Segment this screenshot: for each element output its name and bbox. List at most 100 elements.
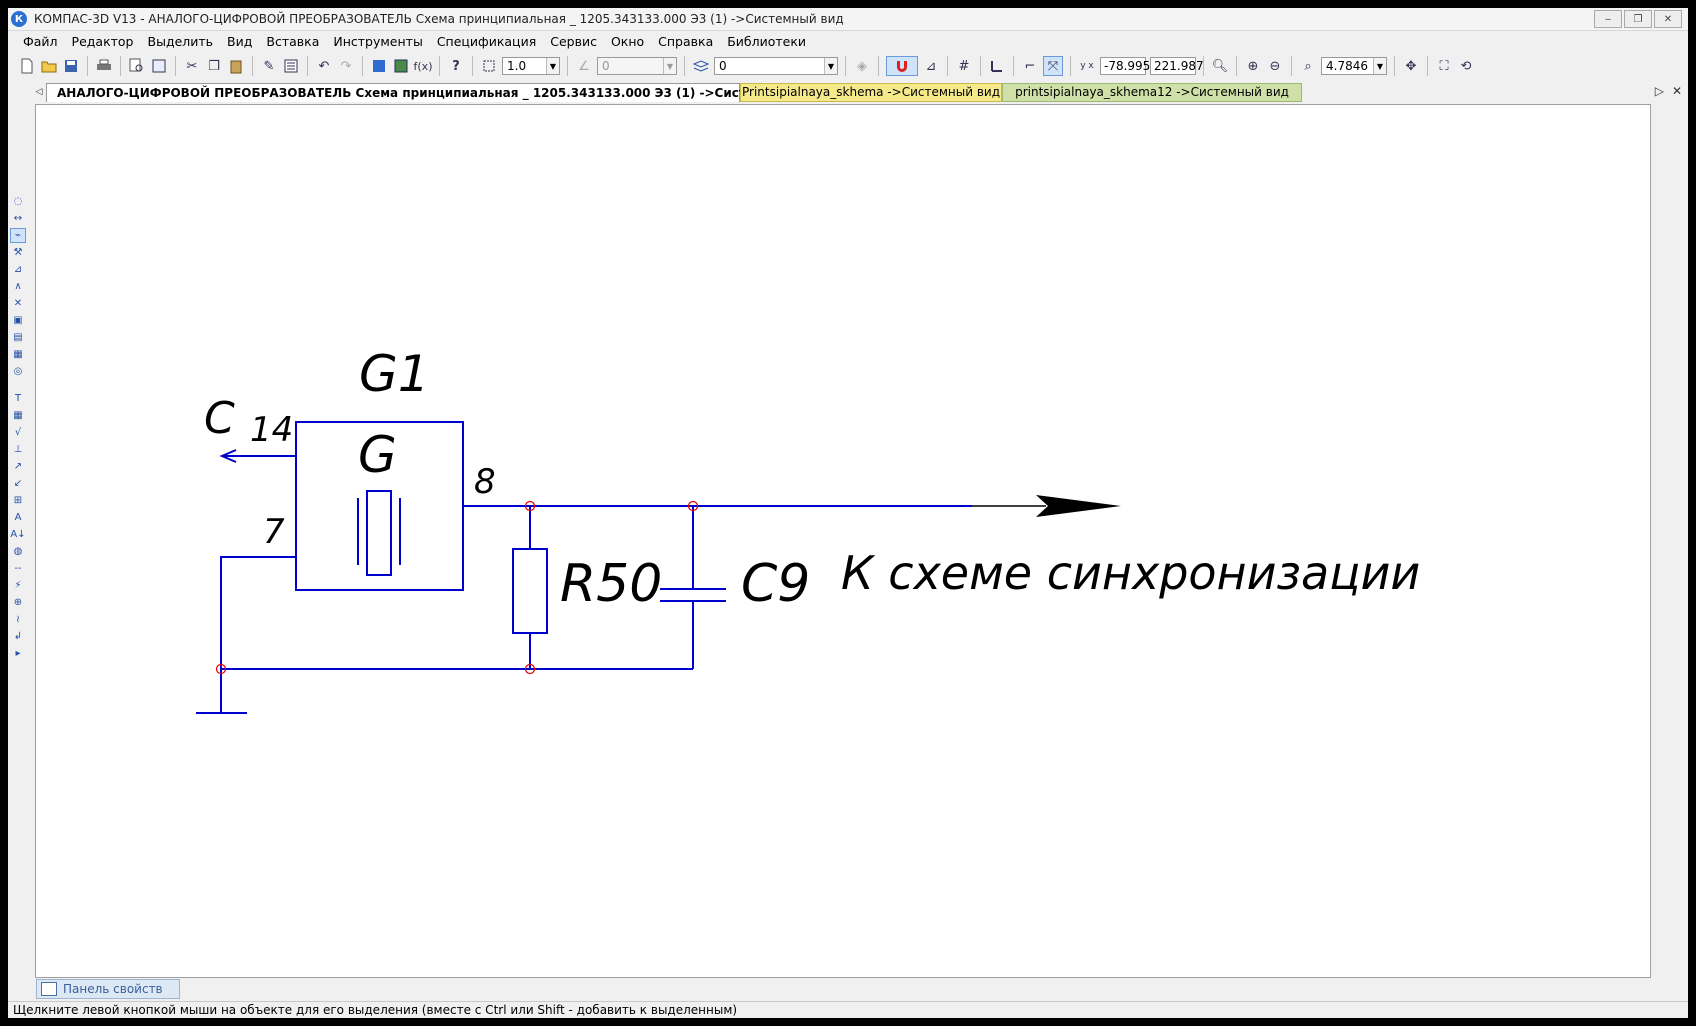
wave-icon[interactable]: ≀	[10, 612, 26, 627]
redo-icon[interactable]: ↷	[337, 57, 355, 75]
ortho-icon[interactable]: ⌐	[1021, 57, 1039, 75]
local-snap-icon[interactable]: ⊿	[922, 57, 940, 75]
layer-combo[interactable]: 0 ▼	[714, 57, 838, 75]
spec-icon[interactable]: ▤	[10, 330, 26, 345]
tree-icon[interactable]	[370, 57, 388, 75]
select-icon[interactable]: ✕	[10, 296, 26, 311]
tab-active-document[interactable]: АНАЛОГО-ЦИФРОВОЙ ПРЕОБРАЗОВАТЕЛЬ Схема п…	[46, 82, 821, 102]
line-cut-icon[interactable]: A	[10, 510, 26, 525]
leader-icon[interactable]: ↗	[10, 459, 26, 474]
flash-icon[interactable]: ⚡	[10, 578, 26, 593]
panel-expand-icon[interactable]: ▸	[10, 646, 26, 661]
tab-scroll-right-icon[interactable]: ▷	[1655, 84, 1664, 98]
center-icon[interactable]: ◍	[10, 544, 26, 559]
menu-libraries[interactable]: Библиотеки	[720, 34, 813, 49]
position-icon[interactable]: ↙	[10, 476, 26, 491]
zoom-scale-icon[interactable]: ⌕	[1299, 57, 1317, 75]
table-icon[interactable]: ▦	[10, 408, 26, 423]
angle-icon: ∠	[578, 58, 590, 74]
properties-icon[interactable]: ✎	[260, 57, 278, 75]
tab-printsipialnaya-skhema[interactable]: Printsipialnaya_skhema ->Системный вид	[740, 82, 1002, 102]
save-icon[interactable]	[62, 57, 80, 75]
preview-icon[interactable]	[128, 57, 146, 75]
zoom-out-icon[interactable]: ⊖	[1266, 57, 1284, 75]
parametrization-icon[interactable]: ⊿	[10, 262, 26, 277]
cut-icon[interactable]: ✂	[183, 57, 201, 75]
base-icon[interactable]: ⊥	[10, 442, 26, 457]
undo-icon[interactable]: ↶	[315, 57, 333, 75]
manager-icon[interactable]	[150, 57, 168, 75]
coord-y-field[interactable]: 221.987	[1150, 57, 1204, 75]
snap-magnet-icon[interactable]	[886, 56, 918, 76]
tolerance-icon[interactable]: ⊞	[10, 493, 26, 508]
properties-panel-tab[interactable]: Панель свойств	[36, 979, 180, 999]
tab-scroll-left-icon[interactable]: ◁	[32, 87, 46, 97]
round-icon[interactable]: ⤧	[1043, 56, 1063, 76]
chevron-down-icon[interactable]: ▼	[824, 58, 837, 74]
step-combo[interactable]: 1.0 ▼	[502, 57, 560, 75]
variables-icon[interactable]	[282, 57, 300, 75]
coord-x-field[interactable]: -78.995	[1100, 57, 1150, 75]
toolbar-divider	[175, 56, 176, 76]
menu-help[interactable]: Справка	[651, 34, 720, 49]
tab-close-icon[interactable]: ✕	[1672, 84, 1682, 98]
restore-button[interactable]: ❐	[1624, 10, 1652, 28]
help-cursor-icon[interactable]: ?	[447, 57, 465, 75]
new-document-icon[interactable]	[18, 57, 36, 75]
menu-editor[interactable]: Редактор	[65, 34, 141, 49]
local-cs-icon[interactable]	[988, 57, 1006, 75]
crosshair-icon[interactable]: ⊕	[10, 595, 26, 610]
print-icon[interactable]	[95, 57, 113, 75]
mark-icon[interactable]: ↲	[10, 629, 26, 644]
refresh-icon[interactable]: ⟲	[1457, 57, 1475, 75]
associative-view-icon[interactable]: ▣	[10, 313, 26, 328]
library-manager-icon[interactable]	[392, 57, 410, 75]
chevron-down-icon[interactable]: ▼	[663, 58, 676, 74]
menu-specification[interactable]: Спецификация	[430, 34, 543, 49]
minimize-button[interactable]: ‒	[1594, 10, 1622, 28]
zoom-window-icon[interactable]: 🔍︎	[1211, 57, 1229, 75]
show-all-icon[interactable]: ⛶	[1435, 57, 1453, 75]
chevron-down-icon[interactable]: ▼	[1373, 58, 1386, 74]
menu-service[interactable]: Сервис	[543, 34, 604, 49]
menu-view[interactable]: Вид	[220, 34, 259, 49]
r50-body[interactable]	[512, 548, 548, 634]
layer-properties-icon[interactable]: ◈	[853, 57, 871, 75]
close-button[interactable]: ✕	[1654, 10, 1682, 28]
sync-annotation[interactable]: К схеме синхронизации	[841, 546, 1420, 600]
grid-icon[interactable]: #	[955, 57, 973, 75]
menu-file[interactable]: Файл	[16, 34, 65, 49]
edit-icon[interactable]: ⚒	[10, 245, 26, 260]
menu-window[interactable]: Окно	[604, 34, 651, 49]
drawing-canvas[interactable]: G1 G 14 8 7 C R50 C9 К схеме синхронизац…	[35, 104, 1651, 978]
function-icon[interactable]: f(x)	[414, 57, 433, 75]
chevron-down-icon[interactable]: ▼	[546, 58, 559, 74]
geometry-icon[interactable]: ◌	[10, 194, 26, 209]
toolbar-divider	[878, 56, 879, 76]
paste-icon[interactable]	[227, 57, 245, 75]
menu-insert[interactable]: Вставка	[259, 34, 326, 49]
angle-combo[interactable]: 0 ▼	[597, 57, 677, 75]
tab-printsipialnaya-skhema12[interactable]: printsipialnaya_skhema12 ->Системный вид	[1002, 82, 1302, 102]
zoom-combo[interactable]: 4.7846 ▼	[1321, 57, 1387, 75]
g1-designator[interactable]: G1	[359, 345, 430, 403]
text-icon[interactable]: T	[10, 391, 26, 406]
r50-designator[interactable]: R50	[560, 554, 662, 614]
zoom-in-icon[interactable]: ⊕	[1244, 57, 1262, 75]
menu-tools[interactable]: Инструменты	[326, 34, 429, 49]
layers-icon[interactable]	[692, 57, 710, 75]
angle-value: 0	[602, 59, 610, 73]
open-folder-icon[interactable]	[40, 57, 58, 75]
menu-select[interactable]: Выделить	[141, 34, 221, 49]
measure-icon[interactable]: ∧	[10, 279, 26, 294]
view-arrow-icon[interactable]: A↓	[10, 527, 26, 542]
electrical-icon[interactable]: ⌁	[10, 228, 26, 243]
reports-icon[interactable]: ▦	[10, 347, 26, 362]
dimensions-icon[interactable]: ↔	[10, 211, 26, 226]
copy-icon[interactable]: ❐	[205, 57, 223, 75]
roughness-icon[interactable]: √	[10, 425, 26, 440]
insert-icon[interactable]: ◎	[10, 364, 26, 379]
axis-icon[interactable]: --	[10, 561, 26, 576]
pan-icon[interactable]: ✥	[1402, 57, 1420, 75]
c9-designator[interactable]: C9	[741, 554, 810, 614]
